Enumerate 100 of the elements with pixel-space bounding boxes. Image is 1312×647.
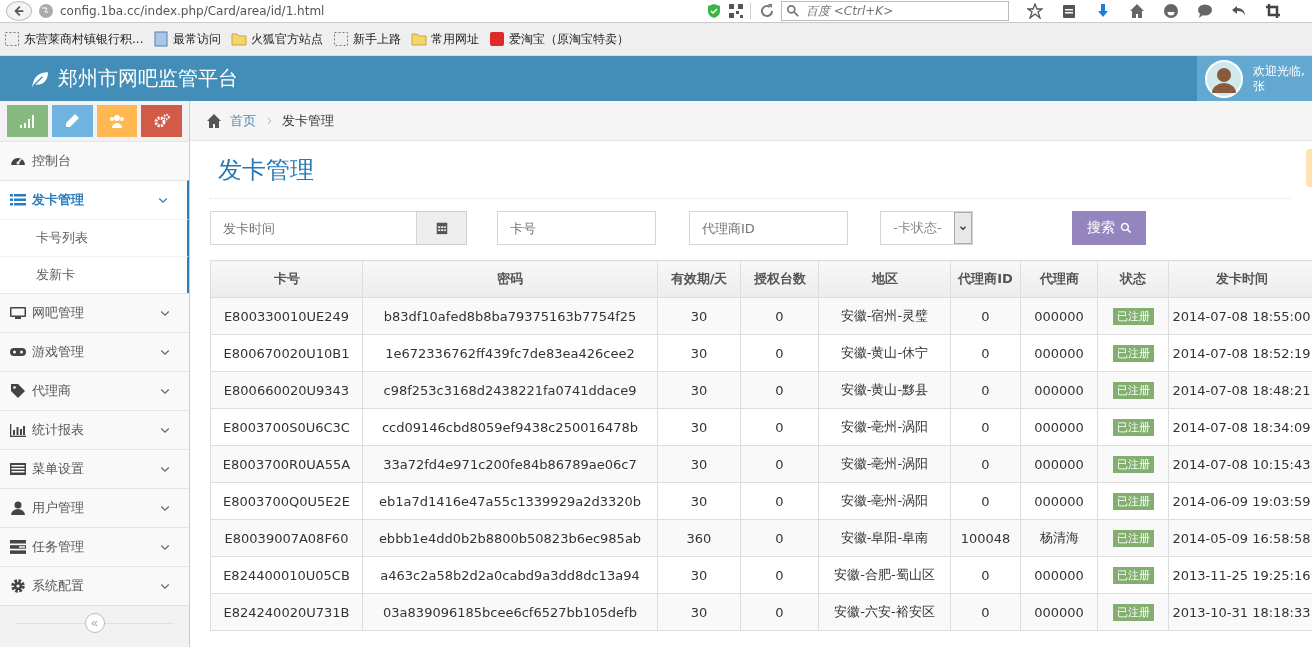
gear-icon (10, 578, 26, 594)
region-cell: 安徽-阜阳-阜南 (818, 519, 951, 557)
reload-icon (759, 3, 775, 19)
bookmark-item[interactable]: 火狐官方站点 (231, 30, 324, 48)
sidebar-item[interactable]: 菜单设置 (0, 449, 189, 488)
agent-id-cell: 0 (950, 297, 1021, 335)
users-icon (108, 113, 125, 129)
date-field[interactable]: 发卡时间 (210, 211, 417, 245)
license-count-cell: 0 (740, 334, 819, 372)
shortcut-button[interactable] (141, 105, 182, 137)
agent-id-cell: 0 (950, 334, 1021, 372)
sidebar-item[interactable]: 任务管理 (0, 527, 189, 566)
address-bar[interactable]: config.1ba.cc/index.php/Card/area/id/1.html (60, 4, 700, 18)
back-arrow-icon (12, 4, 26, 18)
shortcut-button[interactable] (96, 105, 138, 137)
validity-cell: 30 (657, 482, 741, 520)
welcome-text: 欢迎光临, (1253, 63, 1305, 79)
pencil-icon (64, 113, 81, 129)
shield-icon (706, 3, 722, 19)
validity-cell: 30 (657, 334, 741, 372)
column-header[interactable]: 密码 (362, 260, 658, 298)
sidebar-item[interactable]: 代理商 (0, 371, 189, 410)
password-cell: 03a839096185bcee6cf6527bb105defb (362, 593, 658, 631)
password-cell: ccd09146cbd8059ef9438c250016478b (362, 408, 658, 446)
column-header[interactable]: 代理商 (1020, 260, 1098, 298)
user-icon (10, 500, 26, 516)
column-header[interactable]: 发卡时间 (1168, 260, 1312, 298)
folder-icon (411, 31, 428, 47)
chat-bubble-icon (1197, 3, 1213, 19)
column-header[interactable]: 有效期/天 (657, 260, 741, 298)
agent-cell: 000000 (1020, 408, 1098, 446)
bookmark-item[interactable]: 新手上路 (333, 30, 402, 48)
password-cell: a463c2a58b2d2a0cabd9a3dd8dc13a94 (362, 556, 658, 594)
gears-icon (153, 113, 170, 129)
bookmark-item[interactable]: 爱淘宝（原淘宝特卖） (489, 30, 630, 48)
avatar (1205, 59, 1243, 98)
password-cell: b83df10afed8b8ba79375163b7754f25 (362, 297, 658, 335)
issue-time-cell: 2014-07-08 10:15:43 (1168, 445, 1312, 483)
back-button[interactable] (6, 1, 32, 21)
sidebar-item[interactable]: 用户管理 (0, 488, 189, 527)
smiley-icon (1163, 3, 1179, 19)
agent-id-field[interactable]: 代理商ID (689, 211, 848, 245)
license-count-cell: 0 (740, 408, 819, 446)
sidebar-item[interactable]: 网吧管理 (0, 293, 189, 332)
bookmark-item[interactable]: 最常访问 (153, 30, 222, 48)
status-badge: 已注册 (1112, 456, 1154, 473)
shortcut-button[interactable] (7, 105, 48, 137)
status-badge: 已注册 (1112, 493, 1154, 510)
bookmark-item[interactable]: 东营莱商村镇银行积... (4, 30, 144, 48)
column-header[interactable]: 地区 (818, 260, 951, 298)
folder-icon (231, 31, 248, 47)
license-count-cell: 0 (740, 445, 819, 483)
issue-time-cell: 2014-07-08 18:48:21 (1168, 371, 1312, 409)
globe-icon (38, 3, 54, 19)
password-cell: 1e672336762ff439fc7de83ea426cee2 (362, 334, 658, 372)
page-title: 发卡管理 (218, 154, 314, 186)
agent-cell: 000000 (1020, 297, 1098, 335)
card-number-field[interactable]: 卡号 (497, 211, 656, 245)
leaf-icon (30, 69, 48, 88)
settings-tab[interactable] (1306, 149, 1312, 187)
column-header[interactable]: 状态 (1097, 260, 1169, 298)
issue-time-cell: 2013-10-31 18:18:33 (1168, 593, 1312, 631)
agent-id-cell: 0 (950, 593, 1021, 631)
search-icon (786, 4, 800, 18)
sidebar-item[interactable]: 控制台 (0, 141, 189, 180)
bookmark-item[interactable]: 常用网址 (411, 30, 480, 48)
sidebar-item[interactable]: 统计报表 (0, 410, 189, 449)
issue-time-cell: 2014-05-09 16:58:58 (1168, 519, 1312, 557)
sidebar-item[interactable]: 游戏管理 (0, 332, 189, 371)
status-badge: 已注册 (1112, 382, 1154, 399)
agent-id-cell: 0 (950, 408, 1021, 446)
sidebar-item[interactable]: 系统配置 (0, 566, 189, 605)
app-title: 郑州市网吧监管平台 (58, 65, 238, 92)
status-dropdown[interactable]: -卡状态- (880, 211, 973, 245)
license-count-cell: 0 (740, 482, 819, 520)
agent-cell: 000000 (1020, 334, 1098, 372)
card-number-cell: E800330010UE249 (210, 297, 363, 335)
submenu-item[interactable]: 发新卡 (0, 256, 189, 293)
sidebar-item[interactable]: 发卡管理 (0, 180, 189, 219)
region-cell: 安徽-宿州-灵璧 (818, 297, 951, 335)
column-header[interactable]: 授权台数 (740, 260, 819, 298)
status-badge: 已注册 (1112, 567, 1154, 584)
calendar-icon (434, 221, 449, 235)
submenu-item[interactable]: 卡号列表 (0, 219, 189, 256)
column-header[interactable]: 卡号 (210, 260, 363, 298)
search-field[interactable]: 百度 <Ctrl+K> (781, 1, 1009, 21)
agent-cell: 000000 (1020, 556, 1098, 594)
region-cell: 安徽-亳州-涡阳 (818, 445, 951, 483)
calendar-button[interactable] (417, 211, 467, 245)
column-header[interactable]: 代理商ID (950, 260, 1021, 298)
region-cell: 安徽-六安-裕安区 (818, 593, 951, 631)
card-number-cell: E80039007A08F60 (210, 519, 363, 557)
status-badge: 已注册 (1112, 308, 1154, 325)
shortcut-button[interactable] (51, 105, 93, 137)
search-icon (1119, 222, 1132, 234)
status-badge: 已注册 (1112, 419, 1154, 436)
list-box-icon (10, 461, 26, 477)
card-number-cell: E8003700Q0U5E2E (210, 482, 363, 520)
tag-icon (10, 383, 26, 399)
card-number-cell: E8003700R0UA55A (210, 445, 363, 483)
